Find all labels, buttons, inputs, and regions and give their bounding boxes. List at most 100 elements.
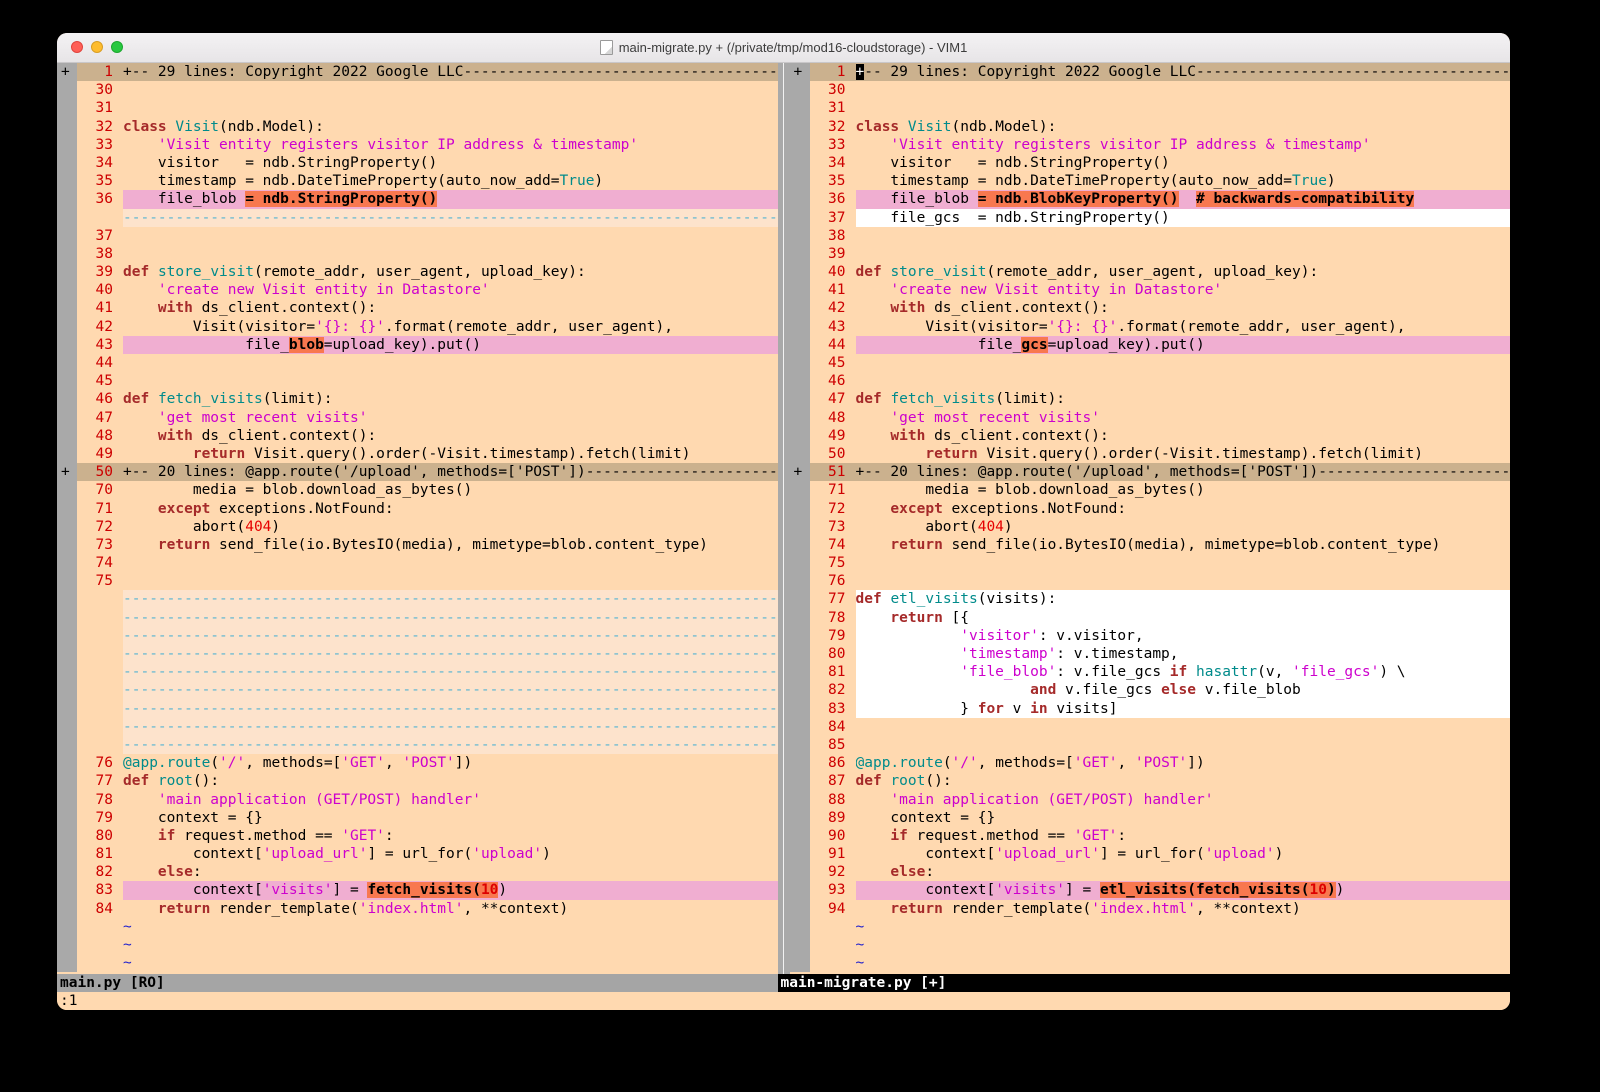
code-line[interactable]: 36 file_blob = ndb.StringProperty() — [57, 190, 778, 208]
code-line[interactable]: 38 — [790, 227, 1511, 245]
code-line[interactable]: 42 with ds_client.context(): — [790, 299, 1511, 317]
close-button[interactable] — [71, 41, 83, 53]
code-line[interactable]: 41 with ds_client.context(): — [57, 299, 778, 317]
code-line[interactable]: 35 timestamp = ndb.DateTimeProperty(auto… — [790, 172, 1511, 190]
code-line[interactable]: 46 — [790, 372, 1511, 390]
code-line[interactable]: 33 'Visit entity registers visitor IP ad… — [790, 136, 1511, 154]
fold-plus-icon[interactable]: + — [790, 463, 810, 481]
code-line[interactable]: 90 if request.method == 'GET': — [790, 827, 1511, 845]
code-line[interactable]: 86@app.route('/', methods=['GET', 'POST'… — [790, 754, 1511, 772]
code-line[interactable]: 31 — [57, 99, 778, 117]
right-pane[interactable]: +1+-- 29 lines: Copyright 2022 Google LL… — [790, 63, 1511, 974]
zoom-button[interactable] — [111, 41, 123, 53]
code-line[interactable]: 48 'get most recent visits' — [790, 409, 1511, 427]
code-line[interactable]: 43 Visit(visitor='{}: {}'.format(remote_… — [790, 318, 1511, 336]
titlebar[interactable]: main-migrate.py + (/private/tmp/mod16-cl… — [57, 33, 1510, 63]
code-line[interactable]: 50 return Visit.query().order(-Visit.tim… — [790, 445, 1511, 463]
code-line[interactable]: 39def store_visit(remote_addr, user_agen… — [57, 263, 778, 281]
fold-line[interactable]: +50+-- 20 lines: @app.route('/upload', m… — [57, 463, 778, 481]
code-line[interactable]: 72 abort(404) — [57, 518, 778, 536]
vim-command-line[interactable]: :1 — [57, 992, 1510, 1010]
code-line[interactable]: 45 — [790, 354, 1511, 372]
code-line[interactable]: 40 'create new Visit entity in Datastore… — [57, 281, 778, 299]
fold-plus-icon[interactable]: + — [57, 463, 77, 481]
code-line[interactable]: 81 'file_blob': v.file_gcs if hasattr(v,… — [790, 663, 1511, 681]
code-line[interactable]: 76@app.route('/', methods=['GET', 'POST'… — [57, 754, 778, 772]
code-line[interactable]: 80 'timestamp': v.timestamp, — [790, 645, 1511, 663]
code-line[interactable]: 84 — [790, 718, 1511, 736]
code-line[interactable]: 75 — [57, 572, 778, 590]
code-line[interactable]: 34 visitor = ndb.StringProperty() — [790, 154, 1511, 172]
code-line[interactable]: 37 — [57, 227, 778, 245]
code-line[interactable]: 79 context = {} — [57, 809, 778, 827]
code-line[interactable]: 82 and v.file_gcs else v.file_blob — [790, 681, 1511, 699]
code-line[interactable]: 74 return send_file(io.BytesIO(media), m… — [790, 536, 1511, 554]
code-line[interactable]: 40def store_visit(remote_addr, user_agen… — [790, 263, 1511, 281]
vertical-split-separator[interactable] — [778, 63, 790, 974]
code-line[interactable]: 73 abort(404) — [790, 518, 1511, 536]
code-line[interactable]: 87def root(): — [790, 772, 1511, 790]
code-line[interactable]: 78 return [{ — [790, 609, 1511, 627]
code-line[interactable]: 93 context['visits'] = etl_visits(fetch_… — [790, 881, 1511, 899]
line-text: return Visit.query().order(-Visit.timest… — [123, 445, 778, 463]
code-line[interactable]: 81 context['upload_url'] = url_for('uplo… — [57, 845, 778, 863]
code-line[interactable]: 70 media = blob.download_as_bytes() — [57, 481, 778, 499]
code-line[interactable]: 41 'create new Visit entity in Datastore… — [790, 281, 1511, 299]
code-line[interactable]: 77def root(): — [57, 772, 778, 790]
code-line[interactable]: 42 Visit(visitor='{}: {}'.format(remote_… — [57, 318, 778, 336]
fold-line[interactable]: +51+-- 20 lines: @app.route('/upload', m… — [790, 463, 1511, 481]
code-line[interactable]: 71 media = blob.download_as_bytes() — [790, 481, 1511, 499]
fold-line[interactable]: +1+-- 29 lines: Copyright 2022 Google LL… — [57, 63, 778, 81]
left-pane[interactable]: +1+-- 29 lines: Copyright 2022 Google LL… — [57, 63, 778, 974]
code-line[interactable]: 33 'Visit entity registers visitor IP ad… — [57, 136, 778, 154]
code-line[interactable]: 82 else: — [57, 863, 778, 881]
code-line[interactable]: 38 — [57, 245, 778, 263]
fold-plus-icon[interactable]: + — [57, 63, 77, 81]
minimize-button[interactable] — [91, 41, 103, 53]
code-line[interactable]: 46def fetch_visits(limit): — [57, 390, 778, 408]
code-line[interactable]: 49 return Visit.query().order(-Visit.tim… — [57, 445, 778, 463]
code-line[interactable]: 37 file_gcs = ndb.StringProperty() — [790, 209, 1511, 227]
fold-plus-icon[interactable]: + — [790, 63, 810, 81]
code-line[interactable]: 74 — [57, 554, 778, 572]
statusline-right[interactable]: main-migrate.py [+] — [778, 974, 1511, 992]
code-line[interactable]: 71 except exceptions.NotFound: — [57, 500, 778, 518]
line-text: ----------------------------------------… — [123, 700, 778, 718]
code-line[interactable]: 43 file_blob=upload_key).put() — [57, 336, 778, 354]
code-line[interactable]: 45 — [57, 372, 778, 390]
code-line[interactable]: 48 with ds_client.context(): — [57, 427, 778, 445]
code-line[interactable]: 92 else: — [790, 863, 1511, 881]
fold-line[interactable]: +1+-- 29 lines: Copyright 2022 Google LL… — [790, 63, 1511, 81]
code-line[interactable]: 32class Visit(ndb.Model): — [57, 118, 778, 136]
code-line[interactable]: 47 'get most recent visits' — [57, 409, 778, 427]
code-line[interactable]: 32class Visit(ndb.Model): — [790, 118, 1511, 136]
code-line[interactable]: 76 — [790, 572, 1511, 590]
code-line[interactable]: 34 visitor = ndb.StringProperty() — [57, 154, 778, 172]
code-line[interactable]: 80 if request.method == 'GET': — [57, 827, 778, 845]
code-line[interactable]: 84 return render_template('index.html', … — [57, 900, 778, 918]
code-line[interactable]: 73 return send_file(io.BytesIO(media), m… — [57, 536, 778, 554]
code-line[interactable]: 85 — [790, 736, 1511, 754]
code-line[interactable]: 30 — [57, 81, 778, 99]
code-line[interactable]: 91 context['upload_url'] = url_for('uplo… — [790, 845, 1511, 863]
code-line[interactable]: 89 context = {} — [790, 809, 1511, 827]
code-line[interactable]: 75 — [790, 554, 1511, 572]
statusline-left[interactable]: main.py [RO] — [57, 974, 778, 992]
code-line[interactable]: 44 file_gcs=upload_key).put() — [790, 336, 1511, 354]
code-line[interactable]: 49 with ds_client.context(): — [790, 427, 1511, 445]
code-line[interactable]: 83 context['visits'] = fetch_visits(10) — [57, 881, 778, 899]
code-line[interactable]: 94 return render_template('index.html', … — [790, 900, 1511, 918]
code-line[interactable]: 47def fetch_visits(limit): — [790, 390, 1511, 408]
code-line[interactable]: 36 file_blob = ndb.BlobKeyProperty() # b… — [790, 190, 1511, 208]
code-line[interactable]: 78 'main application (GET/POST) handler' — [57, 791, 778, 809]
code-line[interactable]: 35 timestamp = ndb.DateTimeProperty(auto… — [57, 172, 778, 190]
code-line[interactable]: 72 except exceptions.NotFound: — [790, 500, 1511, 518]
code-line[interactable]: 39 — [790, 245, 1511, 263]
code-line[interactable]: 31 — [790, 99, 1511, 117]
code-line[interactable]: 30 — [790, 81, 1511, 99]
code-line[interactable]: 77def etl_visits(visits): — [790, 590, 1511, 608]
code-line[interactable]: 83 } for v in visits] — [790, 700, 1511, 718]
code-line[interactable]: 88 'main application (GET/POST) handler' — [790, 791, 1511, 809]
code-line[interactable]: 79 'visitor': v.visitor, — [790, 627, 1511, 645]
code-line[interactable]: 44 — [57, 354, 778, 372]
